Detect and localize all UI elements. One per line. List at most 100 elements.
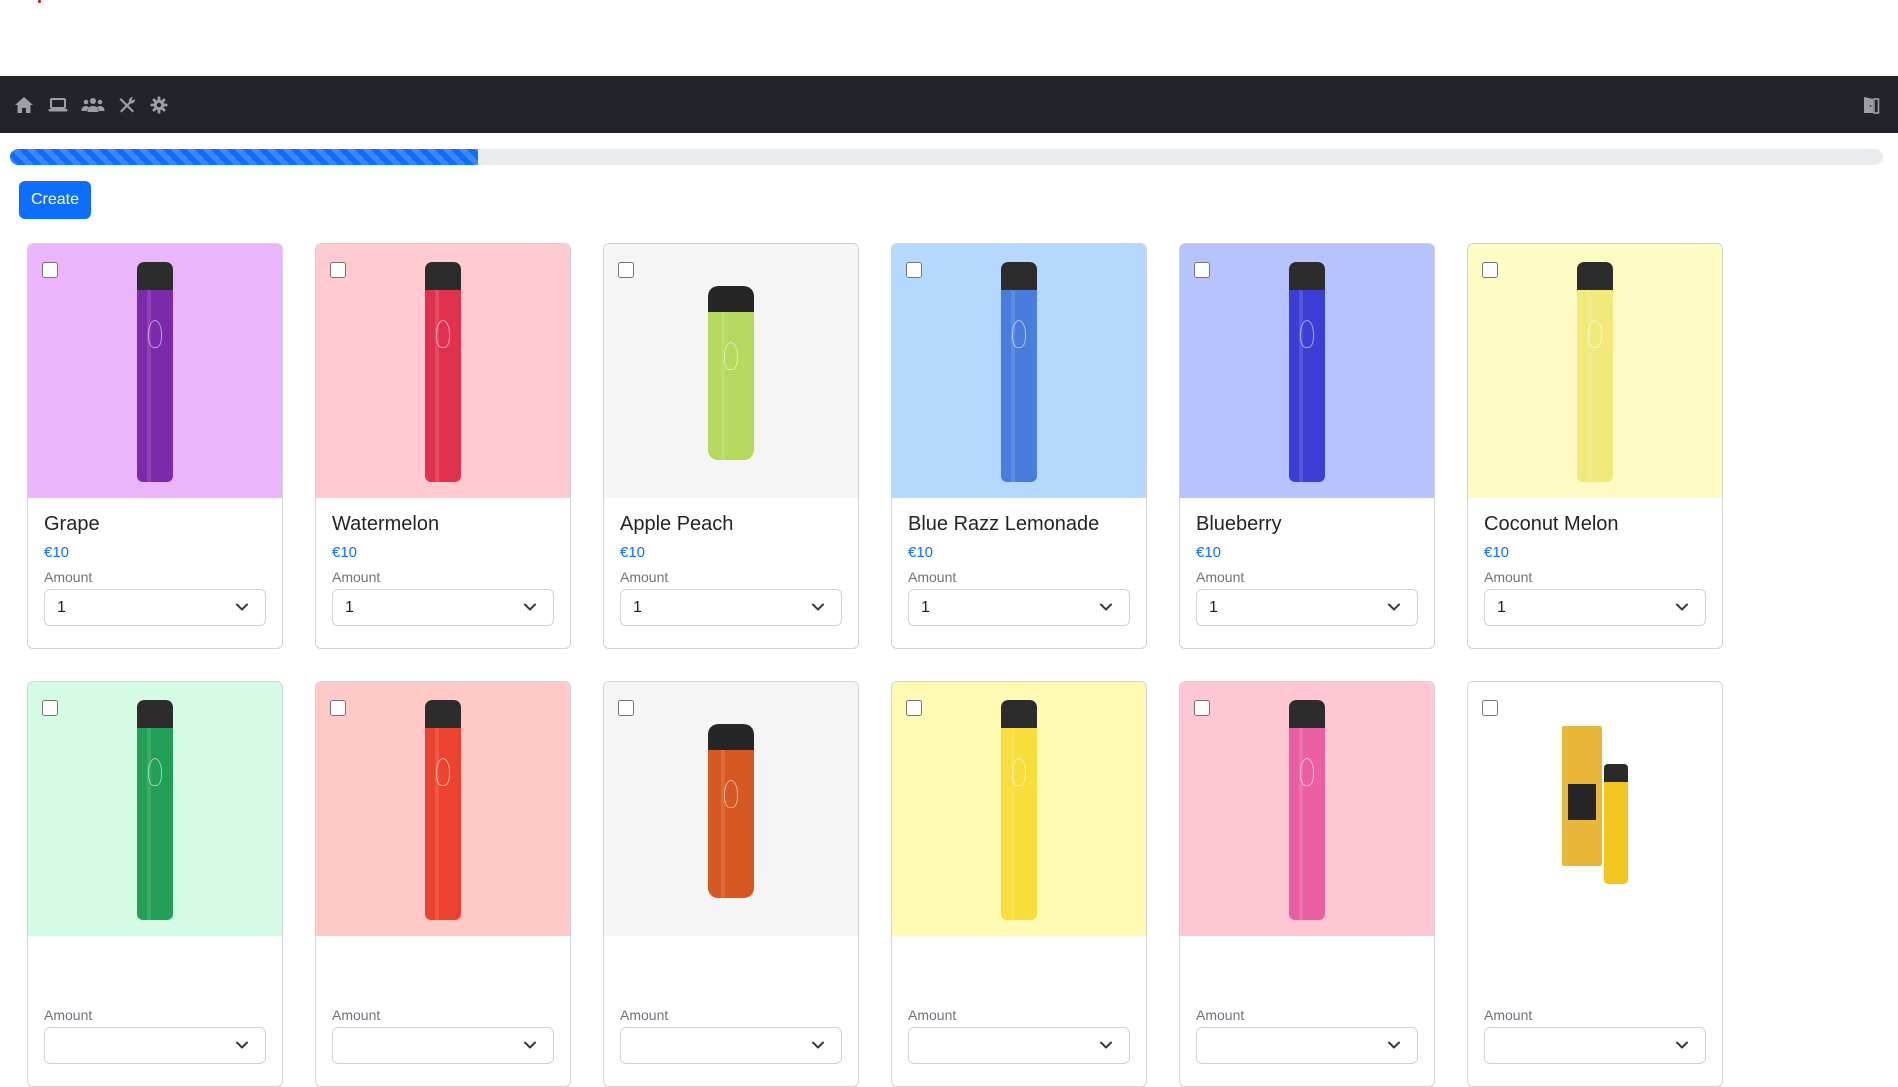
amount-label: Amount xyxy=(44,1007,93,1023)
product-card: Grape €10 Amount 1 xyxy=(27,243,283,649)
product-image xyxy=(1180,682,1434,936)
product-name xyxy=(332,950,554,974)
amount-label: Amount xyxy=(332,569,381,585)
product-select-checkbox[interactable] xyxy=(1194,262,1210,278)
amount-label: Amount xyxy=(44,569,93,585)
amount-select[interactable] xyxy=(332,1027,554,1064)
chevron-down-icon xyxy=(1675,599,1689,617)
top-navbar xyxy=(0,76,1898,133)
amount-select[interactable] xyxy=(44,1027,266,1064)
amount-label: Amount xyxy=(908,569,957,585)
chevron-down-icon xyxy=(1099,599,1113,617)
product-select-checkbox[interactable] xyxy=(330,262,346,278)
vape-device-image xyxy=(137,262,173,482)
product-price xyxy=(908,982,1130,1000)
amount-label: Amount xyxy=(620,569,669,585)
product-image xyxy=(604,244,858,498)
product-card: Blueberry €10 Amount 1 xyxy=(1179,243,1435,649)
chevron-down-icon xyxy=(235,599,249,617)
vape-device-image xyxy=(1289,700,1325,920)
amount-label: Amount xyxy=(620,1007,669,1023)
product-select-checkbox[interactable] xyxy=(618,700,634,716)
vape-device-image xyxy=(1289,262,1325,482)
product-select-checkbox[interactable] xyxy=(1482,262,1498,278)
amount-select[interactable]: 1 xyxy=(332,589,554,626)
product-name xyxy=(1484,950,1706,974)
product-select-checkbox[interactable] xyxy=(1482,700,1498,716)
gear-icon[interactable] xyxy=(148,95,170,115)
vape-device-image xyxy=(1001,700,1037,920)
product-card: Amount xyxy=(891,681,1147,1087)
amount-select[interactable] xyxy=(1196,1027,1418,1064)
product-name xyxy=(44,950,266,974)
product-name xyxy=(1196,950,1418,974)
progress-bar-fill xyxy=(10,149,479,165)
product-image xyxy=(1468,244,1722,498)
product-card: Amount xyxy=(1467,681,1723,1087)
vape-device-image xyxy=(425,262,461,482)
product-image xyxy=(316,682,570,936)
laptop-icon[interactable] xyxy=(47,95,69,115)
chevron-down-icon xyxy=(811,599,825,617)
product-select-checkbox[interactable] xyxy=(906,262,922,278)
product-card: Amount xyxy=(27,681,283,1087)
amount-label: Amount xyxy=(332,1007,381,1023)
product-price xyxy=(332,982,554,1000)
product-name: Coconut Melon xyxy=(1484,513,1619,535)
red-dot-marker xyxy=(38,0,41,3)
product-image xyxy=(892,244,1146,498)
create-button[interactable]: Create xyxy=(19,181,91,219)
amount-select[interactable] xyxy=(620,1027,842,1064)
amount-select[interactable] xyxy=(1484,1027,1706,1064)
product-name xyxy=(908,950,1130,974)
users-icon[interactable] xyxy=(81,95,105,115)
product-name: Watermelon xyxy=(332,513,440,535)
chevron-down-icon xyxy=(1099,1037,1113,1055)
amount-label: Amount xyxy=(1484,569,1533,585)
product-image xyxy=(604,682,858,936)
product-price xyxy=(1484,982,1706,1000)
amount-select[interactable] xyxy=(908,1027,1130,1064)
vape-device-image xyxy=(137,700,173,920)
product-grid: Grape €10 Amount 1 Watermelon €10 Amount 1 Apple… xyxy=(27,243,1723,1087)
product-card: Watermelon €10 Amount 1 xyxy=(315,243,571,649)
tools-icon[interactable] xyxy=(116,95,138,115)
product-select-checkbox[interactable] xyxy=(906,700,922,716)
amount-label: Amount xyxy=(908,1007,957,1023)
chevron-down-icon xyxy=(235,1037,249,1055)
product-name: Blueberry xyxy=(1196,513,1282,535)
door-icon[interactable] xyxy=(1860,95,1882,115)
product-card: Amount xyxy=(1179,681,1435,1087)
product-card: Coconut Melon €10 Amount 1 xyxy=(1467,243,1723,649)
product-price xyxy=(1196,982,1418,1000)
product-card: Blue Razz Lemonade €10 Amount 1 xyxy=(891,243,1147,649)
progress-bar xyxy=(10,149,1883,165)
product-price: €10 xyxy=(908,544,934,561)
amount-value: 1 xyxy=(57,598,66,616)
product-select-checkbox[interactable] xyxy=(330,700,346,716)
product-select-checkbox[interactable] xyxy=(1194,700,1210,716)
amount-value: 1 xyxy=(345,598,354,616)
product-select-checkbox[interactable] xyxy=(618,262,634,278)
product-name: Apple Peach xyxy=(620,513,734,535)
amount-label: Amount xyxy=(1484,1007,1533,1023)
vape-device-image xyxy=(708,724,754,898)
product-select-checkbox[interactable] xyxy=(42,262,58,278)
product-select-checkbox[interactable] xyxy=(42,700,58,716)
amount-value: 1 xyxy=(1209,598,1218,616)
product-box-image xyxy=(1562,726,1602,866)
vape-device-image xyxy=(1577,262,1613,482)
chevron-down-icon xyxy=(523,599,537,617)
amount-select[interactable]: 1 xyxy=(620,589,842,626)
home-icon[interactable] xyxy=(13,95,35,115)
amount-select[interactable]: 1 xyxy=(44,589,266,626)
amount-select[interactable]: 1 xyxy=(908,589,1130,626)
amount-select[interactable]: 1 xyxy=(1484,589,1706,626)
product-image xyxy=(1468,682,1722,936)
amount-value: 1 xyxy=(1497,598,1506,616)
vape-device-image xyxy=(1604,764,1628,884)
amount-select[interactable]: 1 xyxy=(1196,589,1418,626)
product-name: Grape xyxy=(44,513,100,535)
amount-value: 1 xyxy=(633,598,642,616)
amount-value: 1 xyxy=(921,598,930,616)
